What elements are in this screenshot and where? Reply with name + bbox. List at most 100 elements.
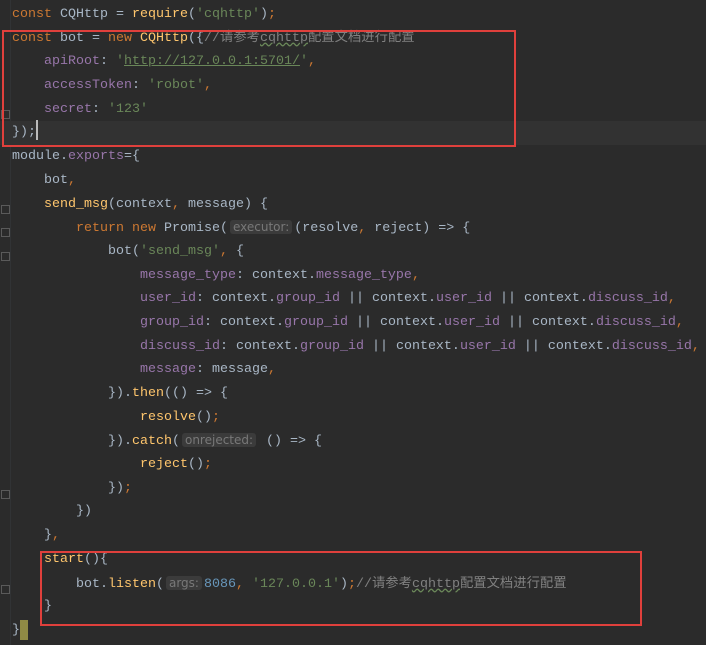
code-line[interactable]: discuss_id: context.group_id || context.… [12, 335, 706, 359]
code-token: }). [12, 386, 132, 401]
code-line[interactable]: apiRoot: 'http://127.0.0.1:5701/', [12, 50, 706, 74]
code-line[interactable]: }); [0, 121, 706, 146]
code-token: : [131, 78, 148, 94]
code-token: ; [267, 7, 276, 22]
fold-marker-icon[interactable] [1, 585, 10, 594]
code-token: , [411, 267, 420, 283]
code-token: , [52, 528, 60, 544]
code-token: (context [108, 196, 172, 212]
code-token: : context. [195, 291, 276, 307]
code-token: user_id [139, 291, 196, 307]
code-line[interactable]: send_msg(context, message) { [12, 193, 706, 217]
code-line[interactable]: secret: '123' [12, 98, 706, 122]
code-token: bot [12, 172, 68, 188]
fold-marker-icon[interactable] [1, 490, 10, 499]
code-token: : [92, 101, 108, 117]
fold-marker-icon[interactable] [1, 228, 10, 237]
fold-marker-icon[interactable] [1, 205, 10, 214]
code-line[interactable]: }, [12, 524, 706, 548]
code-line[interactable]: } [12, 619, 706, 643]
code-token: () [195, 409, 212, 425]
code-line[interactable]: module.exports={ [12, 145, 706, 169]
code-token: } [12, 599, 52, 615]
code-token: reject) => { [374, 221, 471, 237]
code-line[interactable]: } [12, 595, 706, 619]
code-token: start [44, 551, 84, 567]
fold-marker-icon[interactable] [1, 252, 10, 261]
code-line[interactable]: reject(); [12, 453, 706, 477]
code-line[interactable]: accessToken: 'robot', [12, 74, 706, 98]
code-token: , [68, 172, 76, 188]
code-token: discuss_id [139, 338, 220, 354]
code-line[interactable]: const CQHttp = require('cqhttp'); [12, 3, 706, 27]
code-line[interactable]: bot.listen(args: 8086, '127.0.0.1');//请参考… [12, 572, 706, 596]
code-token: || context. [491, 291, 588, 307]
code-token: : context. [203, 314, 284, 330]
code-token: message_type [315, 267, 412, 283]
code-token: CQHttp [140, 30, 188, 46]
code-line[interactable]: message: message, [12, 358, 706, 382]
code-line[interactable]: }).then(() => { [12, 382, 706, 406]
code-line[interactable]: user_id: context.group_id || context.use… [12, 287, 706, 311]
code-token: apiRoot [44, 54, 100, 70]
code-token: ) [339, 576, 348, 592]
code-token: || context. [499, 314, 596, 330]
code-token: secret [44, 101, 92, 117]
code-token: then [131, 386, 164, 401]
code-line[interactable]: start(){ [12, 548, 706, 572]
code-token: || context. [347, 314, 444, 330]
parameter-hint: onrejected: [181, 433, 257, 448]
code-token: ( [187, 7, 196, 22]
code-token: send_msg [44, 196, 108, 212]
code-token: const [12, 7, 60, 22]
code-token: (() => { [163, 386, 228, 401]
code-token: , [219, 243, 236, 259]
code-token: cqhttp [411, 576, 460, 592]
code-token: message_type [139, 267, 236, 283]
code-token: ( [171, 434, 180, 450]
code-token: http://127.0.0.1:5701/ [124, 54, 300, 70]
code-token: : context. [219, 338, 300, 354]
code-line[interactable]: }); [12, 477, 706, 501]
code-line[interactable]: bot('send_msg', { [12, 240, 706, 264]
code-token: ; [211, 409, 220, 425]
code-editor[interactable]: const CQHttp = require('cqhttp'); const b… [0, 3, 706, 643]
code-token: 'send_msg' [139, 243, 220, 259]
code-token: ) [259, 7, 268, 22]
code-token: , [203, 78, 212, 94]
code-line[interactable]: }) [12, 500, 706, 524]
code-line[interactable]: return new Promise(executor: (resolve, re… [12, 216, 706, 240]
code-token: reject [139, 457, 188, 473]
code-token: return new [76, 221, 164, 237]
code-token: user_id [459, 338, 516, 354]
code-token: discuss_id [611, 338, 692, 354]
code-line[interactable]: const bot = new CQHttp({//请参考cqhttp配置文档进… [12, 27, 706, 51]
code-token: || context. [363, 338, 460, 354]
code-token: , [675, 314, 684, 330]
code-line[interactable]: group_id: context.group_id || context.us… [12, 311, 706, 335]
code-token: ' [116, 54, 124, 70]
code-token: message) { [188, 196, 268, 212]
brace-match-marker [20, 620, 28, 640]
code-token: accessToken [44, 78, 132, 94]
code-line[interactable]: }).catch(onrejected: () => { [12, 429, 706, 453]
fold-marker-icon[interactable] [1, 110, 10, 119]
code-token: ; [123, 480, 132, 496]
code-line[interactable]: bot, [12, 169, 706, 193]
code-token: }). [12, 434, 132, 450]
code-token: '127.0.0.1' [251, 576, 340, 592]
code-token: 'robot' [147, 78, 204, 94]
code-line[interactable]: message_type: context.message_type, [12, 264, 706, 288]
code-token: (){ [84, 551, 108, 567]
code-token: discuss_id [587, 291, 668, 307]
code-token: , [691, 338, 700, 354]
code-line[interactable]: resolve(); [12, 406, 706, 430]
code-token: group_id [139, 314, 204, 330]
code-token: message [139, 362, 196, 378]
